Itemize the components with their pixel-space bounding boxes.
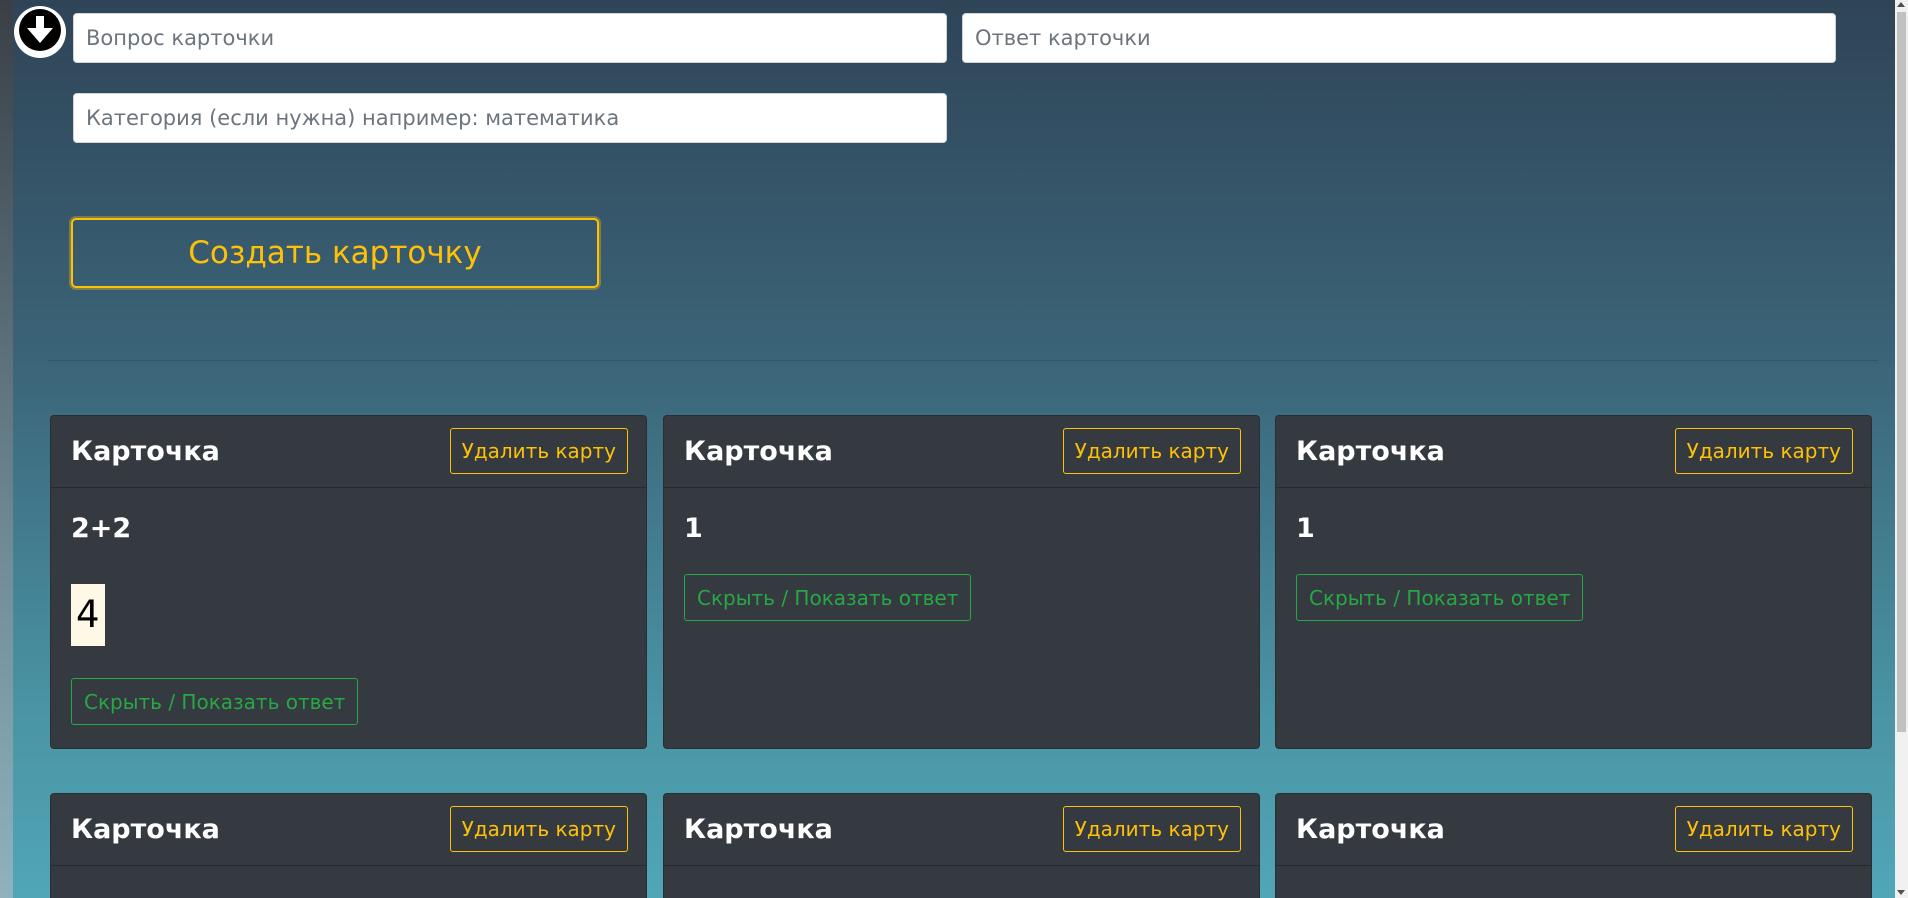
card-title: Карточка	[684, 436, 833, 467]
card-title: Карточка	[684, 814, 833, 845]
card-title: Карточка	[1296, 436, 1445, 467]
create-card-button[interactable]: Создать карточку	[71, 218, 599, 288]
delete-card-button[interactable]: Удалить карту	[1062, 428, 1241, 474]
scroll-down-arrow-icon[interactable]	[1897, 890, 1905, 895]
card-header: Карточка Удалить карту	[51, 416, 646, 488]
card-header: Карточка Удалить карту	[51, 794, 646, 866]
scroll-up-arrow-icon[interactable]	[1897, 2, 1905, 7]
category-input[interactable]	[73, 93, 947, 143]
scroll-down-button[interactable]	[14, 6, 66, 58]
toggle-answer-button[interactable]: Скрыть / Показать ответ	[684, 574, 972, 621]
card: Карточка Удалить карту 1 Скрыть / Показа…	[1275, 415, 1872, 749]
delete-card-button[interactable]: Удалить карту	[449, 806, 628, 852]
card: Карточка Удалить карту	[663, 793, 1260, 898]
question-input[interactable]	[73, 13, 947, 63]
delete-card-button[interactable]: Удалить карту	[1062, 806, 1241, 852]
card-header: Карточка Удалить карту	[664, 416, 1259, 488]
card: Карточка Удалить карту	[1275, 793, 1872, 898]
delete-card-button[interactable]: Удалить карту	[1674, 806, 1853, 852]
card-title: Карточка	[1296, 814, 1445, 845]
card-header: Карточка Удалить карту	[1276, 794, 1871, 866]
card-body: 1 Скрыть / Показать ответ	[664, 512, 1259, 621]
card-answer: 4	[71, 584, 105, 646]
delete-card-button[interactable]: Удалить карту	[449, 428, 628, 474]
card-title: Карточка	[71, 436, 220, 467]
window-edge	[0, 0, 13, 898]
toggle-answer-button[interactable]: Скрыть / Показать ответ	[1296, 574, 1584, 621]
delete-card-button[interactable]: Удалить карту	[1674, 428, 1853, 474]
card: Карточка Удалить карту 2+2 4 Скрыть / По…	[50, 415, 647, 749]
card-body: 2+2 4 Скрыть / Показать ответ	[51, 512, 646, 725]
vertical-scrollbar[interactable]	[1895, 0, 1908, 898]
answer-input[interactable]	[962, 13, 1836, 63]
card: Карточка Удалить карту 1 Скрыть / Показа…	[663, 415, 1260, 749]
toggle-answer-button[interactable]: Скрыть / Показать ответ	[71, 678, 359, 725]
card: Карточка Удалить карту	[50, 793, 647, 898]
card-header: Карточка Удалить карту	[664, 794, 1259, 866]
card-question: 2+2	[71, 513, 132, 544]
card-header: Карточка Удалить карту	[1276, 416, 1871, 488]
page-background: Создать карточку Карточка Удалить карту …	[13, 0, 1897, 898]
arrow-down-circle-icon	[14, 4, 66, 60]
card-title: Карточка	[71, 814, 220, 845]
scroll-thumb[interactable]	[1897, 12, 1906, 732]
card-body: 1 Скрыть / Показать ответ	[1276, 512, 1871, 621]
card-question: 1	[1296, 513, 1315, 544]
card-question: 1	[684, 513, 703, 544]
divider	[48, 360, 1878, 361]
